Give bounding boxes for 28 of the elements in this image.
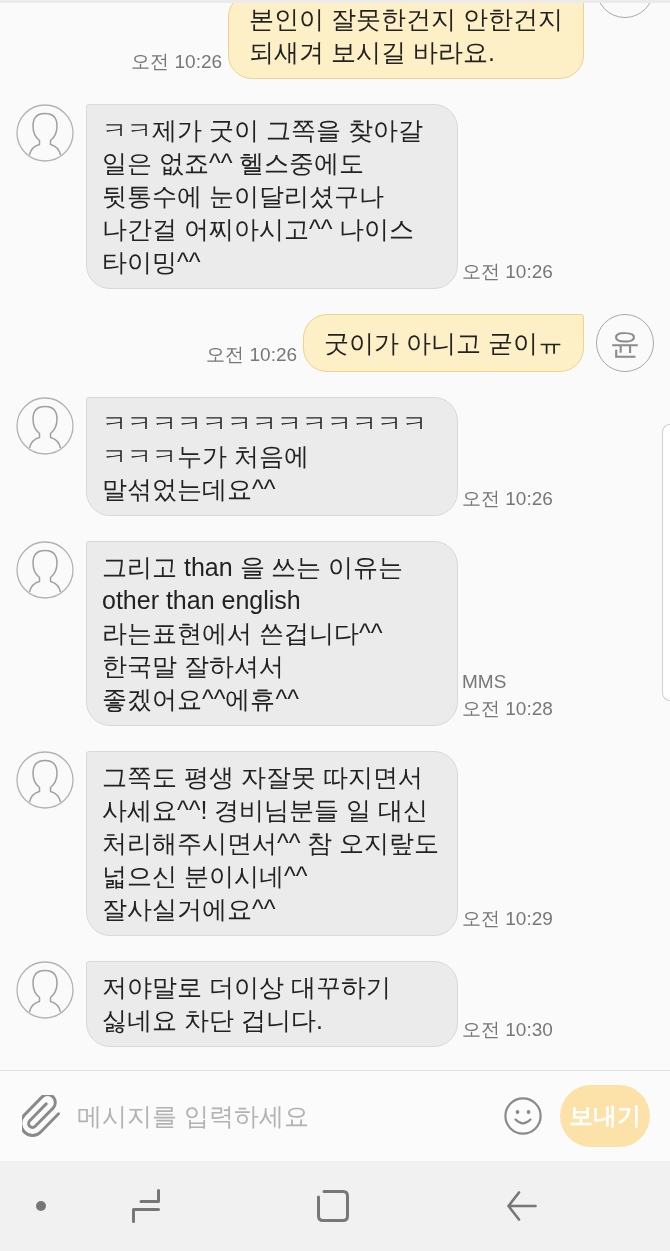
smiley-icon[interactable] — [504, 1097, 542, 1135]
person-silhouette-icon — [16, 104, 74, 162]
message-bubble: 그쪽도 평생 자잘못 따지면서 사세요^^! 경비님분들 일 대신 처리해주시면서^^ 참 오지랖도 넓으신 분이시네^^ 잘사실거에요^^ — [86, 751, 458, 936]
person-silhouette-icon — [16, 541, 74, 599]
message-time: 오전 10:26 — [462, 487, 553, 511]
message-time: 오전 10:26 — [206, 343, 298, 367]
person-silhouette-icon — [16, 397, 74, 455]
person-silhouette-icon — [16, 961, 74, 1019]
message-time: 오전 10:29 — [462, 907, 553, 931]
message-bubble: ㅋㅋ제가 굿이 그쪽을 찾아갈 일은 없죠^^ 헬스중에도 뒷통수에 눈이달리셨구나 나간걸 어찌아시고^^ 나이스 타이밍^^ — [86, 104, 458, 289]
message-type-label: MMS — [462, 670, 507, 694]
message-input[interactable]: 메시지를 입력하세요 — [77, 1091, 492, 1141]
message-bubble: 저야말로 더이상 대꾸하기 싫네요 차단 겁니다. — [86, 961, 458, 1047]
home-icon[interactable] — [317, 1190, 349, 1222]
paperclip-icon[interactable] — [22, 1095, 60, 1137]
back-icon[interactable] — [507, 1191, 537, 1221]
dot-icon[interactable] — [36, 1201, 46, 1211]
message-bubble: 그리고 than 을 쓰는 이유는 other than english 라는표현에서 쓴겁니다^^ 한국말 잘하셔서 좋겠어요^^에휴^^ — [86, 541, 458, 726]
recents-icon[interactable] — [131, 1189, 161, 1223]
scroll-handle[interactable] — [662, 424, 670, 701]
message-bubble: ㅋㅋㅋㅋㅋㅋㅋㅋㅋㅋㅋㅋㅋㅋㅋㅋ누가 처음에 말섞었는데요^^ — [86, 397, 458, 516]
message-time: 오전 10:26 — [462, 260, 553, 284]
message-time: 오전 10:28 — [462, 697, 553, 721]
message-bubble: 굿이가 아니고 굳이ㅠ — [303, 314, 584, 372]
message-time: 오전 10:30 — [462, 1018, 553, 1042]
person-silhouette-icon — [16, 751, 74, 809]
message-time: 오전 10:26 — [131, 50, 223, 74]
message-bubble: 본인이 잘못한건지 안한건지 되새겨 보시길 바라요. — [228, 3, 584, 79]
